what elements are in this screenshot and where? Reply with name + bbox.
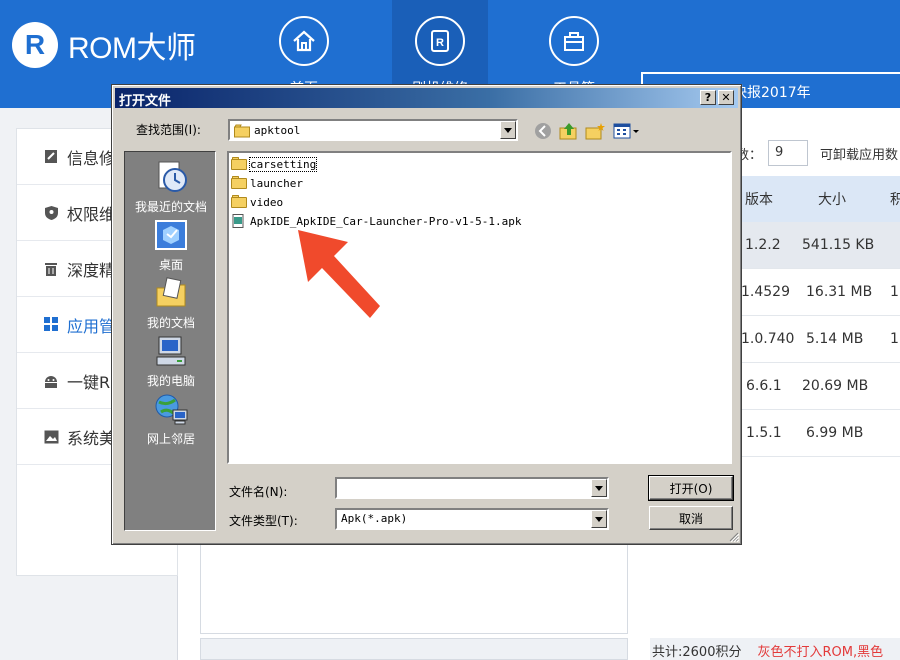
folder-icon: [231, 157, 247, 171]
table-row[interactable]: 1.4529 16.31 MB 1: [740, 269, 900, 316]
annotation-arrow-icon: [298, 230, 380, 318]
cell-extra: 1: [890, 331, 899, 347]
cell-version: 1.0.740: [741, 331, 795, 347]
app-list-footer: [200, 638, 628, 660]
column-version[interactable]: 版本: [745, 189, 773, 209]
table-row[interactable]: 1.2.2 541.15 KB: [740, 222, 900, 269]
resize-grip-icon[interactable]: [727, 530, 739, 542]
logo-badge: R: [12, 22, 58, 68]
open-file-dialog: 打开文件 ? ✕ 查找范围(I): apktool 我最近的文档 桌面 我的文档…: [111, 84, 742, 545]
chevron-down-icon[interactable]: [500, 121, 516, 139]
filetype-value: Apk(*.apk): [341, 512, 408, 525]
status-footer: 共计:2600积分 灰色不打入ROM,黑色: [650, 638, 900, 660]
file-name: carsetting: [248, 156, 318, 172]
new-folder-icon[interactable]: [584, 121, 606, 141]
filetype-select[interactable]: Apk(*.apk): [335, 508, 609, 530]
place-my-computer[interactable]: 我的电脑: [125, 334, 217, 389]
view-menu-icon[interactable]: [612, 121, 642, 141]
back-icon[interactable]: [532, 121, 554, 141]
count-input[interactable]: 9: [768, 140, 809, 166]
file-name: launcher: [250, 176, 303, 190]
filename-input[interactable]: [335, 477, 609, 499]
app-list-pane: [200, 540, 628, 634]
table-header: 版本 大小 积: [740, 176, 900, 222]
count-row: 数： 9 可卸载应用数: [736, 140, 898, 166]
filename-label: 文件名(N):: [229, 485, 288, 499]
recent-documents-icon: [153, 160, 189, 194]
home-icon: [293, 30, 315, 52]
lookin-value: apktool: [254, 124, 301, 137]
apps-grid-icon: [43, 317, 59, 333]
place-label: 网上邻居: [146, 432, 195, 446]
info-edit-icon: [43, 149, 59, 165]
cell-version: 6.6.1: [746, 378, 782, 394]
dialog-title: 打开文件: [119, 94, 172, 109]
cancel-button[interactable]: 取消: [649, 506, 733, 530]
footer-total: 共计:2600积分: [652, 645, 742, 660]
chevron-down-icon[interactable]: [591, 479, 607, 497]
up-folder-icon[interactable]: [558, 121, 580, 141]
cell-size: 16.31 MB: [806, 284, 873, 300]
place-my-documents[interactable]: 我的文档: [125, 276, 217, 331]
trash-icon: [43, 261, 59, 277]
toolbox-icon: [564, 32, 584, 51]
cell-version: 1.5.1: [746, 425, 782, 441]
cell-size: 6.99 MB: [806, 425, 864, 441]
folder-icon: [231, 176, 247, 190]
cell-version: 1.2.2: [745, 237, 781, 253]
folder-icon: [234, 124, 250, 138]
column-size[interactable]: 大小: [818, 189, 846, 209]
network-places-icon: [153, 392, 189, 426]
place-desktop[interactable]: 桌面: [125, 218, 217, 273]
places-bar: 我最近的文档 桌面 我的文档 我的电脑 网上邻居: [124, 151, 216, 531]
table-row[interactable]: 6.6.1 20.69 MB: [740, 363, 900, 410]
cell-size: 20.69 MB: [802, 378, 869, 394]
shield-icon: [43, 205, 59, 221]
list-item[interactable]: video: [231, 193, 283, 211]
open-button[interactable]: 打开(O): [648, 475, 734, 501]
place-label: 我最近的文档: [134, 200, 207, 214]
cell-extra: 1: [890, 284, 899, 300]
lookin-combo[interactable]: apktool: [228, 119, 518, 141]
list-item[interactable]: carsetting: [231, 155, 318, 173]
my-documents-icon: [153, 276, 189, 310]
logo-text: ROM大师: [68, 32, 196, 65]
help-button[interactable]: ?: [700, 90, 716, 105]
place-recent[interactable]: 我最近的文档: [125, 160, 217, 215]
place-label: 桌面: [158, 258, 183, 272]
apk-file-icon: [231, 214, 247, 228]
cell-size: 5.14 MB: [806, 331, 864, 347]
column-extra[interactable]: 积: [890, 189, 900, 209]
count-label-2: 可卸载应用数: [820, 147, 899, 163]
chevron-down-icon[interactable]: [591, 510, 607, 528]
svg-text:R: R: [436, 37, 444, 49]
place-label: 我的文档: [146, 316, 195, 330]
cell-size: 541.15 KB: [802, 237, 875, 253]
place-network[interactable]: 网上邻居: [125, 392, 217, 447]
cell-version: 1.4529: [741, 284, 790, 300]
app-logo: R ROM大师: [12, 22, 196, 68]
filetype-label: 文件类型(T):: [229, 514, 298, 528]
file-name: video: [250, 195, 284, 209]
close-button[interactable]: ✕: [718, 90, 734, 105]
image-icon: [43, 429, 59, 445]
table-row[interactable]: 1.0.740 5.14 MB 1: [740, 316, 900, 363]
rom-icon: R: [431, 30, 449, 52]
place-label: 我的电脑: [146, 374, 195, 388]
list-item[interactable]: launcher: [231, 174, 303, 192]
lookin-label: 查找范围(I):: [136, 123, 201, 137]
my-computer-icon: [153, 334, 189, 368]
android-icon: [43, 373, 59, 389]
table-row[interactable]: 1.5.1 6.99 MB: [740, 410, 900, 457]
folder-icon: [231, 195, 247, 209]
desktop-icon: [153, 218, 189, 252]
footer-warning: 灰色不打入ROM,黑色: [757, 645, 884, 660]
dialog-titlebar[interactable]: 打开文件 ? ✕: [115, 88, 738, 109]
